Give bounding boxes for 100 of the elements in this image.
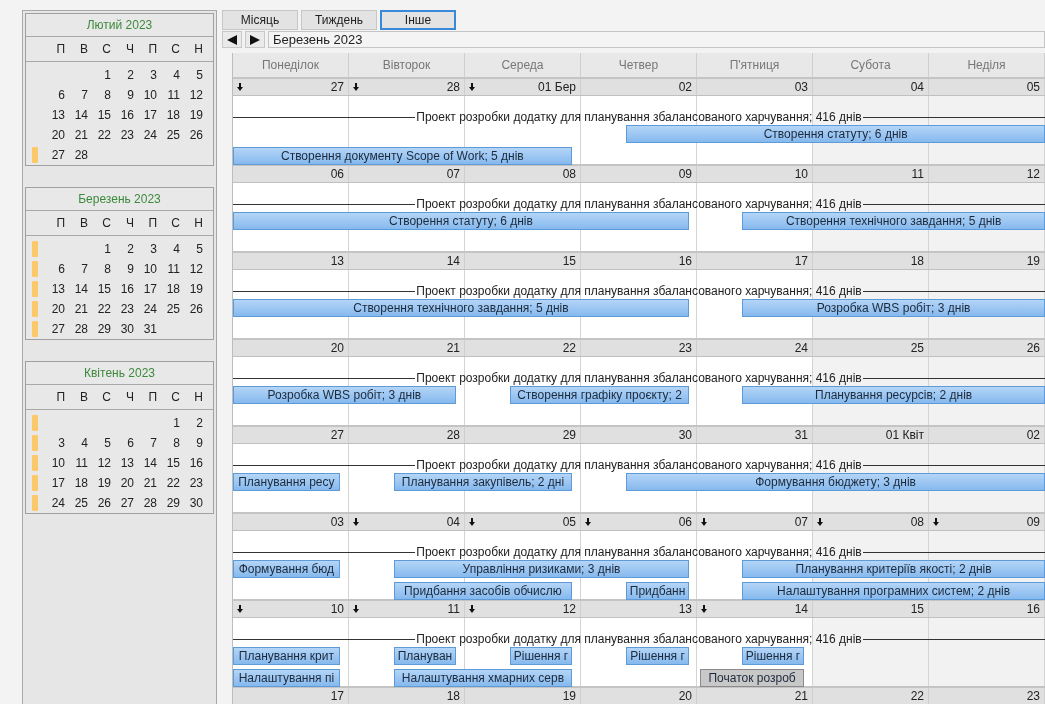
- day-number[interactable]: 30: [115, 322, 138, 336]
- task-bar[interactable]: Планування крит: [233, 647, 340, 665]
- day-number[interactable]: 14: [69, 282, 92, 296]
- day-number[interactable]: 3: [138, 242, 161, 256]
- day-number[interactable]: 11: [161, 88, 184, 102]
- day-number[interactable]: 7: [69, 262, 92, 276]
- day-number[interactable]: 17: [138, 282, 161, 296]
- day-number[interactable]: 4: [161, 242, 184, 256]
- day-number[interactable]: 31: [138, 322, 161, 336]
- day-number[interactable]: 11: [69, 456, 92, 470]
- day-number[interactable]: 8: [161, 436, 184, 450]
- task-bar[interactable]: Розробка WBS робіт; 3 днів: [233, 386, 456, 404]
- day-number[interactable]: 15: [92, 108, 115, 122]
- day-number[interactable]: 17: [138, 108, 161, 122]
- day-number[interactable]: 12: [92, 456, 115, 470]
- day-number[interactable]: 19: [184, 282, 207, 296]
- day-number[interactable]: 10: [138, 88, 161, 102]
- day-number[interactable]: 5: [184, 68, 207, 82]
- day-number[interactable]: 27: [115, 496, 138, 510]
- day-number[interactable]: 19: [184, 108, 207, 122]
- day-number[interactable]: 16: [184, 456, 207, 470]
- day-number[interactable]: 21: [69, 302, 92, 316]
- day-number[interactable]: 28: [138, 496, 161, 510]
- day-number[interactable]: 15: [161, 456, 184, 470]
- day-number[interactable]: 16: [115, 108, 138, 122]
- day-number[interactable]: 29: [92, 322, 115, 336]
- day-number[interactable]: 22: [161, 476, 184, 490]
- day-number[interactable]: 4: [69, 436, 92, 450]
- task-bar[interactable]: Створення статуту; 6 днів: [233, 212, 689, 230]
- day-number[interactable]: 2: [184, 416, 207, 430]
- task-bar[interactable]: Рішення г: [510, 647, 572, 665]
- day-number[interactable]: 23: [115, 302, 138, 316]
- day-number[interactable]: 28: [69, 322, 92, 336]
- day-number[interactable]: 26: [92, 496, 115, 510]
- day-number[interactable]: 9: [184, 436, 207, 450]
- day-number[interactable]: 22: [92, 302, 115, 316]
- day-number[interactable]: 10: [138, 262, 161, 276]
- day-number[interactable]: 20: [115, 476, 138, 490]
- day-number[interactable]: 1: [92, 242, 115, 256]
- day-number[interactable]: 27: [46, 322, 69, 336]
- day-number[interactable]: 25: [161, 302, 184, 316]
- view-tab[interactable]: Тиждень: [301, 10, 377, 30]
- day-number[interactable]: 21: [138, 476, 161, 490]
- task-bar[interactable]: Налаштування пі: [233, 669, 340, 687]
- day-number[interactable]: 1: [92, 68, 115, 82]
- day-number[interactable]: 3: [46, 436, 69, 450]
- day-number[interactable]: 8: [92, 262, 115, 276]
- task-bar[interactable]: Рішення г: [626, 647, 689, 665]
- day-number[interactable]: 19: [92, 476, 115, 490]
- task-bar[interactable]: Придбанн: [626, 582, 689, 600]
- task-bar[interactable]: Створення технічного завдання; 5 днів: [742, 212, 1045, 230]
- day-number[interactable]: 5: [184, 242, 207, 256]
- task-bar[interactable]: Управління ризиками; 3 днів: [394, 560, 689, 578]
- previous-button[interactable]: [222, 31, 242, 48]
- task-bar[interactable]: Налаштування хмарних серв: [394, 669, 572, 687]
- day-number[interactable]: 23: [184, 476, 207, 490]
- day-number[interactable]: 13: [115, 456, 138, 470]
- day-number[interactable]: 24: [138, 128, 161, 142]
- day-number[interactable]: 27: [46, 148, 69, 162]
- view-tab[interactable]: Інше: [380, 10, 456, 30]
- day-number[interactable]: 1: [161, 416, 184, 430]
- day-number[interactable]: 13: [46, 282, 69, 296]
- task-bar[interactable]: Планування ресурсів; 2 днів: [742, 386, 1045, 404]
- task-bar[interactable]: Формування бюд: [233, 560, 340, 578]
- view-tab[interactable]: Місяць: [222, 10, 298, 30]
- task-bar[interactable]: Початок розроб: [700, 669, 804, 687]
- task-bar[interactable]: Створення технічного завдання; 5 днів: [233, 299, 689, 317]
- day-number[interactable]: 6: [46, 262, 69, 276]
- day-number[interactable]: 18: [161, 282, 184, 296]
- day-number[interactable]: 11: [161, 262, 184, 276]
- task-bar[interactable]: Налаштування програмних систем; 2 днів: [742, 582, 1045, 600]
- day-number[interactable]: 3: [138, 68, 161, 82]
- day-number[interactable]: 18: [161, 108, 184, 122]
- day-number[interactable]: 6: [46, 88, 69, 102]
- task-bar[interactable]: Плануван: [394, 647, 456, 665]
- task-bar[interactable]: Створення документу Scope of Work; 5 днів: [233, 147, 572, 165]
- day-number[interactable]: 12: [184, 88, 207, 102]
- day-number[interactable]: 28: [69, 148, 92, 162]
- day-number[interactable]: 5: [92, 436, 115, 450]
- day-number[interactable]: 14: [138, 456, 161, 470]
- day-number[interactable]: 8: [92, 88, 115, 102]
- day-number[interactable]: 22: [92, 128, 115, 142]
- task-bar[interactable]: Рішення г: [742, 647, 804, 665]
- day-number[interactable]: 25: [161, 128, 184, 142]
- day-number[interactable]: 23: [115, 128, 138, 142]
- task-bar[interactable]: Створення статуту; 6 днів: [626, 125, 1045, 143]
- task-bar[interactable]: Придбання засобів обчислю: [394, 582, 572, 600]
- day-number[interactable]: 12: [184, 262, 207, 276]
- day-number[interactable]: 17: [46, 476, 69, 490]
- day-number[interactable]: 20: [46, 128, 69, 142]
- day-number[interactable]: 18: [69, 476, 92, 490]
- day-number[interactable]: 13: [46, 108, 69, 122]
- day-number[interactable]: 26: [184, 128, 207, 142]
- day-number[interactable]: 10: [46, 456, 69, 470]
- day-number[interactable]: 24: [138, 302, 161, 316]
- next-button[interactable]: [245, 31, 265, 48]
- day-number[interactable]: 2: [115, 242, 138, 256]
- day-number[interactable]: 7: [138, 436, 161, 450]
- day-number[interactable]: 20: [46, 302, 69, 316]
- day-number[interactable]: 7: [69, 88, 92, 102]
